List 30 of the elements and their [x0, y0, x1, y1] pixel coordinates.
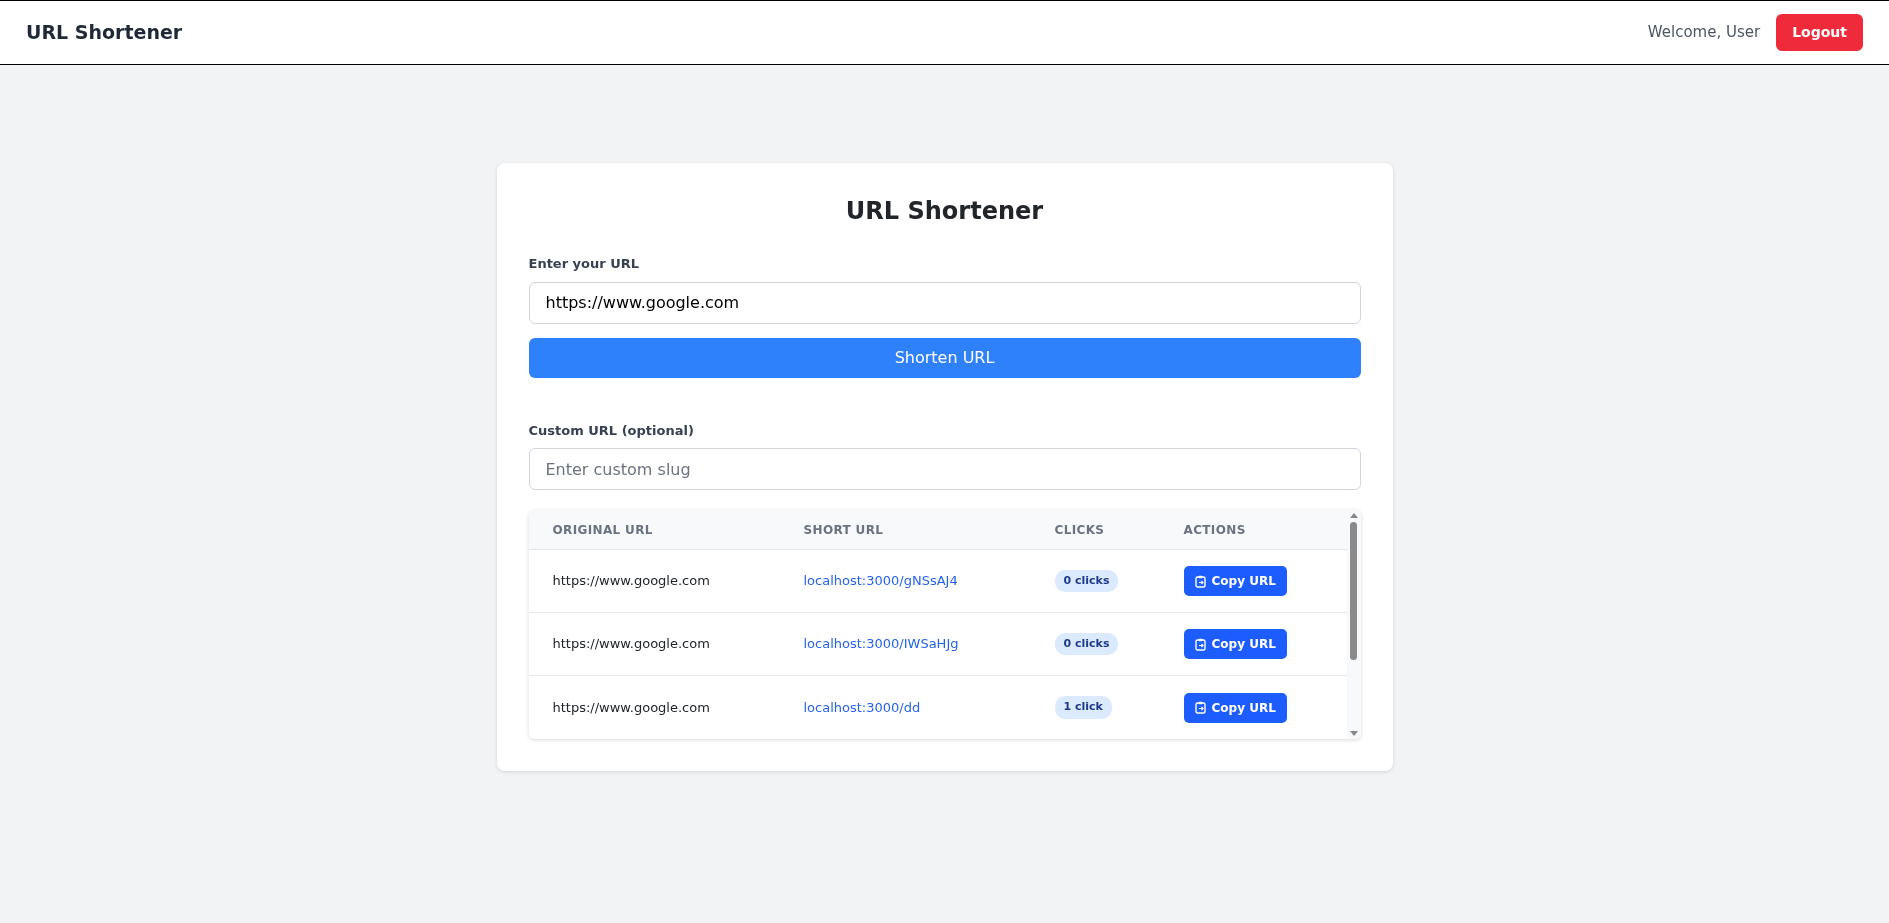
app-title: URL Shortener — [26, 20, 183, 46]
column-header: ACTIONS — [1183, 521, 1247, 539]
welcome-text: Welcome, User — [1647, 22, 1761, 44]
short-url-link[interactable]: localhost:3000/gNSsAJ4 — [803, 571, 958, 591]
short-url-link[interactable]: localhost:3000/IWSaHJg — [803, 634, 959, 654]
clicks-badge: 0 clicks — [1054, 632, 1119, 656]
card-title: URL Shortener — [844, 196, 1045, 227]
clipboard-icon — [1194, 637, 1206, 651]
url-input-field[interactable]: https://www.google.com — [528, 281, 1361, 324]
copy-url-button[interactable]: Copy URL — [1183, 629, 1287, 659]
scrollbar[interactable] — [1346, 510, 1361, 739]
table-cell-text: https://www.google.com — [552, 635, 711, 654]
copy-url-button[interactable]: Copy URL — [1183, 566, 1287, 596]
column-header: ORIGINAL URL — [552, 521, 654, 539]
shorten-url-button[interactable]: Shorten URL — [528, 337, 1361, 378]
custom-slug-input-field[interactable]: Enter custom slug — [528, 448, 1361, 490]
column-header: CLICKS — [1054, 521, 1106, 539]
clicks-badge: 0 clicks — [1054, 569, 1119, 593]
field-label: Enter your URL — [528, 255, 640, 273]
copy-url-button[interactable]: Copy URL — [1183, 692, 1287, 723]
column-header: SHORT URL — [803, 521, 885, 539]
clipboard-icon — [1194, 574, 1206, 588]
table-cell-text: https://www.google.com — [552, 572, 711, 591]
table-cell-text: https://www.google.com — [552, 698, 711, 717]
clipboard-icon — [1194, 701, 1206, 714]
logout-button[interactable]: Logout — [1776, 14, 1863, 51]
short-url-link[interactable]: localhost:3000/dd — [803, 697, 921, 718]
scrollbar-thumb[interactable] — [1350, 522, 1357, 660]
field-label: Custom URL (optional) — [528, 421, 694, 440]
clicks-badge: 1 click — [1054, 696, 1112, 719]
